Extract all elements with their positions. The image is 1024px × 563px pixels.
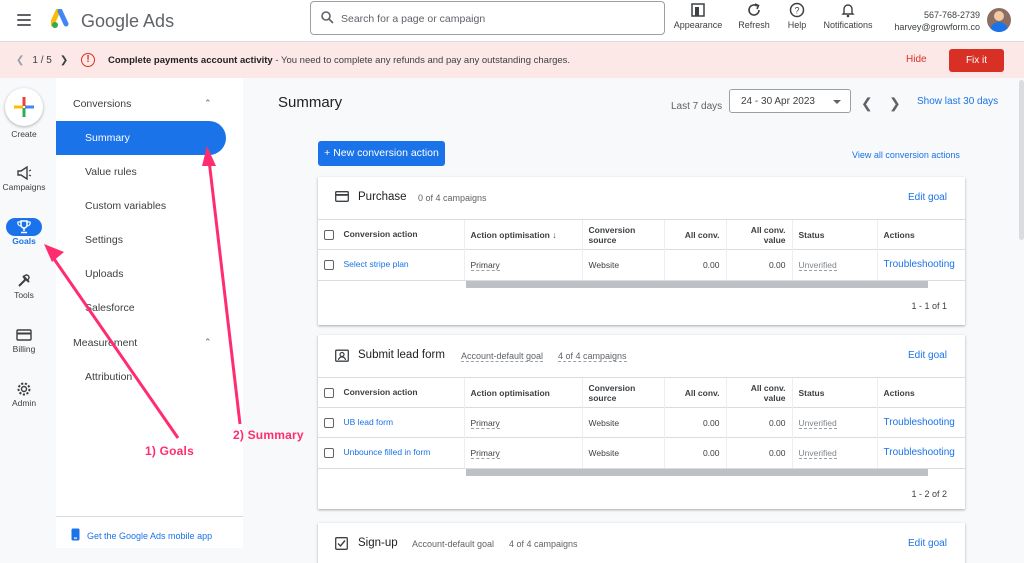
- annotation-goals: 1) Goals: [145, 444, 194, 458]
- annotation-overlay: [44, 146, 242, 439]
- annotation-summary: 2) Summary: [233, 428, 304, 442]
- annotation-arrowhead-summary: [202, 146, 216, 166]
- annotation-arrowhead-goals: [44, 244, 64, 262]
- annotation-arrow-goals: [50, 255, 180, 439]
- annotation-arrow-summary: [207, 159, 242, 425]
